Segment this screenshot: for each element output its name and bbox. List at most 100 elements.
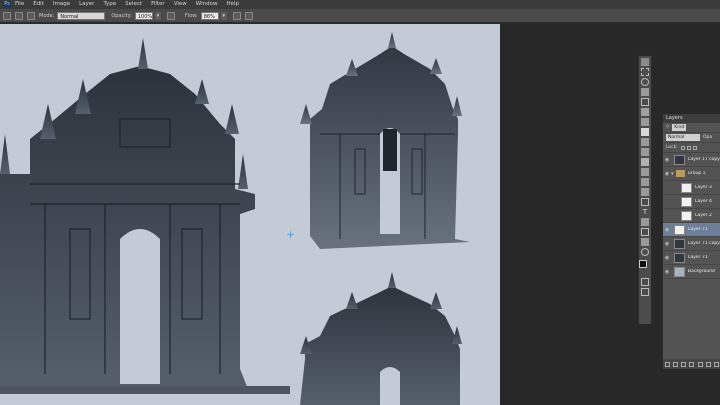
delete-layer-icon[interactable] bbox=[714, 361, 720, 367]
pen-tool-icon[interactable] bbox=[641, 198, 649, 206]
brush-tool-icon[interactable] bbox=[641, 128, 649, 136]
opacity-input[interactable]: 100% bbox=[134, 11, 153, 20]
gradient-tool-icon[interactable] bbox=[641, 168, 649, 176]
visibility-eye-icon[interactable]: ◉ bbox=[663, 237, 671, 251]
move-tool-icon[interactable] bbox=[641, 58, 649, 66]
menu-file[interactable]: File bbox=[15, 0, 24, 9]
layers-panel: Layers ⚲ Kind Normal Opa Lock: ◉ Layer 1… bbox=[662, 114, 720, 369]
shape-tool-icon[interactable] bbox=[641, 228, 649, 236]
menu-help[interactable]: Help bbox=[226, 0, 239, 9]
layers-filter-row: ⚲ Kind bbox=[663, 123, 720, 133]
layer-thumbnail bbox=[681, 210, 692, 221]
layer-name: Layer 2 bbox=[695, 213, 712, 218]
kind-filter-select[interactable]: Kind bbox=[672, 124, 687, 131]
visibility-eye-icon[interactable]: ◉ bbox=[663, 251, 671, 265]
group-expand-chevron-icon[interactable]: ▾ bbox=[671, 171, 674, 177]
layer-thumbnail bbox=[681, 196, 692, 207]
menu-edit[interactable]: Edit bbox=[33, 0, 44, 9]
new-layer-icon[interactable] bbox=[706, 361, 712, 367]
visibility-eye-icon[interactable]: ◉ bbox=[663, 167, 671, 181]
dodge-tool-icon[interactable] bbox=[641, 188, 649, 196]
layers-panel-title[interactable]: Layers bbox=[663, 114, 720, 123]
visibility-eye-icon[interactable] bbox=[663, 181, 671, 195]
photoshop-logo: Ps bbox=[3, 1, 11, 8]
type-tool-icon[interactable]: T bbox=[641, 208, 649, 216]
brush-tool-preset-icon[interactable] bbox=[3, 11, 11, 20]
lock-transparency-icon[interactable] bbox=[680, 145, 685, 150]
lock-label: Lock: bbox=[666, 145, 678, 150]
layer-row[interactable]: Layer 2 bbox=[663, 209, 720, 223]
layer-name: Background bbox=[688, 269, 715, 274]
tools-panel: T bbox=[638, 55, 652, 325]
link-layers-icon[interactable] bbox=[664, 361, 670, 367]
pressure-opacity-icon[interactable] bbox=[166, 11, 175, 20]
layer-name: Layer 4 bbox=[695, 199, 712, 204]
quick-mask-icon[interactable] bbox=[641, 278, 649, 286]
quick-select-tool-icon[interactable] bbox=[641, 88, 649, 96]
hand-tool-icon[interactable] bbox=[641, 238, 649, 246]
folder-icon bbox=[675, 170, 685, 177]
layer-row[interactable]: ◉ Layer 17 copy bbox=[663, 153, 720, 167]
opacity-short-label: Opa bbox=[703, 135, 713, 140]
zoom-tool-icon[interactable] bbox=[641, 248, 649, 256]
healing-brush-tool-icon[interactable] bbox=[641, 118, 649, 126]
blend-mode-select[interactable]: Normal bbox=[666, 134, 700, 141]
lock-all-icon[interactable] bbox=[692, 145, 697, 150]
opacity-dropdown-icon[interactable]: ▾ bbox=[154, 11, 161, 20]
marquee-tool-icon[interactable] bbox=[641, 68, 649, 76]
layer-row-selected[interactable]: ◉ Layer 71 bbox=[663, 223, 720, 237]
crosshair-cursor-icon bbox=[287, 231, 294, 238]
large-gate-arch bbox=[120, 229, 160, 384]
layer-thumbnail bbox=[674, 154, 685, 165]
visibility-eye-icon[interactable] bbox=[663, 195, 671, 209]
layer-row[interactable]: ◉ Layer 71 copy bbox=[663, 237, 720, 251]
layer-row[interactable]: ◉ Layer 71 bbox=[663, 251, 720, 265]
foreground-color-swatch[interactable] bbox=[639, 260, 647, 268]
menu-filter[interactable]: Filter bbox=[151, 0, 165, 9]
menu-view[interactable]: View bbox=[174, 0, 187, 9]
menu-type[interactable]: Type bbox=[103, 0, 116, 9]
crop-tool-icon[interactable] bbox=[641, 98, 649, 106]
layer-name: Layer 71 bbox=[688, 227, 708, 232]
screen-mode-icon[interactable] bbox=[641, 288, 649, 296]
photoshop-window: Ps File Edit Image Layer Type Select Fil… bbox=[0, 0, 720, 405]
path-select-tool-icon[interactable] bbox=[641, 218, 649, 226]
visibility-eye-icon[interactable] bbox=[663, 209, 671, 223]
clone-stamp-tool-icon[interactable] bbox=[641, 138, 649, 146]
eyedropper-tool-icon[interactable] bbox=[641, 108, 649, 116]
menu-image[interactable]: Image bbox=[53, 0, 70, 9]
layer-name: Layer 17 copy bbox=[688, 157, 720, 162]
visibility-eye-icon[interactable]: ◉ bbox=[663, 153, 671, 167]
layer-row[interactable]: Layer 3 bbox=[663, 181, 720, 195]
filter-search-icon[interactable]: ⚲ bbox=[666, 125, 669, 130]
layer-row-background[interactable]: ◉ Background bbox=[663, 265, 720, 279]
eraser-tool-icon[interactable] bbox=[641, 158, 649, 166]
flow-dropdown-icon[interactable]: ▾ bbox=[220, 11, 227, 20]
opacity-label: Opacity: bbox=[111, 12, 132, 19]
brush-panel-toggle-icon[interactable] bbox=[27, 11, 35, 20]
blur-tool-icon[interactable] bbox=[641, 178, 649, 186]
history-brush-tool-icon[interactable] bbox=[641, 148, 649, 156]
layer-group-row[interactable]: ◉ ▾ Group 1 bbox=[663, 167, 720, 181]
new-adjustment-icon[interactable] bbox=[689, 361, 695, 367]
new-group-icon[interactable] bbox=[697, 361, 703, 367]
lasso-tool-icon[interactable] bbox=[641, 78, 649, 86]
menu-bar: Ps File Edit Image Layer Type Select Fil… bbox=[0, 0, 720, 9]
color-swatches[interactable] bbox=[639, 260, 651, 272]
lock-pixels-icon[interactable] bbox=[686, 145, 691, 150]
layer-style-icon[interactable] bbox=[672, 361, 678, 367]
layer-row[interactable]: Layer 4 bbox=[663, 195, 720, 209]
visibility-eye-icon[interactable]: ◉ bbox=[663, 223, 671, 237]
brush-size-icon[interactable] bbox=[15, 11, 23, 20]
mode-select[interactable]: Normal bbox=[57, 11, 106, 20]
flow-input[interactable]: 86% bbox=[200, 11, 219, 20]
menu-window[interactable]: Window bbox=[196, 0, 218, 9]
pressure-size-icon[interactable] bbox=[244, 11, 253, 20]
add-mask-icon[interactable] bbox=[681, 361, 687, 367]
visibility-eye-icon[interactable]: ◉ bbox=[663, 265, 671, 279]
canvas-artwork bbox=[0, 32, 470, 405]
airbrush-icon[interactable] bbox=[232, 11, 241, 20]
menu-layer[interactable]: Layer bbox=[79, 0, 94, 9]
menu-select[interactable]: Select bbox=[125, 0, 142, 9]
document-canvas[interactable] bbox=[0, 24, 500, 405]
